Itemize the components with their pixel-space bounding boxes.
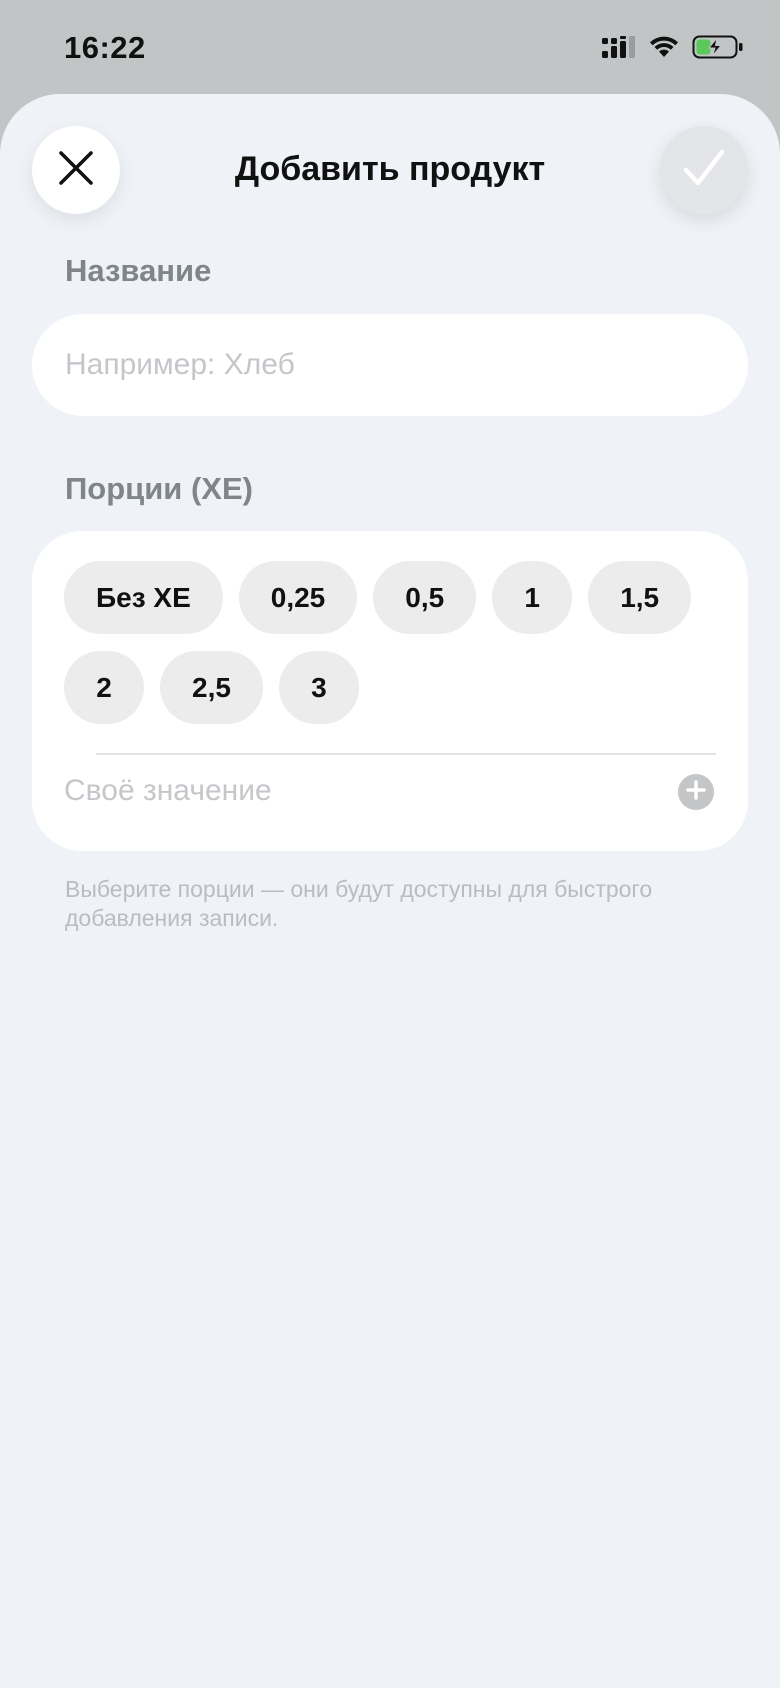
portions-section-label: Порции (ХЕ) <box>65 471 253 506</box>
status-bar: 16:22 <box>0 0 780 96</box>
status-icons <box>602 34 744 65</box>
portion-chip-0-25[interactable]: 0,25 <box>238 561 358 634</box>
checkmark-icon <box>682 148 726 193</box>
plus-circle-icon <box>685 779 707 806</box>
add-custom-value-button[interactable] <box>678 774 714 810</box>
portions-hint: Выберите порции — они будут доступны для… <box>65 876 653 931</box>
portion-chip-3[interactable]: 3 <box>278 651 359 724</box>
confirm-button[interactable] <box>660 126 748 214</box>
custom-value-field[interactable]: Своё значение <box>64 767 272 815</box>
divider <box>96 753 716 755</box>
portion-chip-2[interactable]: 2 <box>64 651 144 724</box>
portion-chip-1[interactable]: 1 <box>492 561 573 634</box>
portion-chip-1-5[interactable]: 1,5 <box>588 561 692 634</box>
product-name-input[interactable] <box>32 314 748 416</box>
name-section-label: Название <box>65 253 212 288</box>
portions-card: Без ХЕ 0,25 0,5 1 1,5 2 2,5 3 Своё значе… <box>32 531 748 851</box>
cellular-signal-icon <box>602 35 636 64</box>
portion-chip-none[interactable]: Без ХЕ <box>64 561 223 634</box>
battery-charging-icon <box>692 34 744 65</box>
portion-chips: Без ХЕ 0,25 0,5 1 1,5 2 2,5 3 <box>64 561 724 724</box>
status-time: 16:22 <box>64 30 146 65</box>
add-product-sheet: Добавить продукт Название Порции (ХЕ) Бе… <box>0 94 780 1688</box>
wifi-icon <box>648 35 680 64</box>
portion-chip-0-5[interactable]: 0,5 <box>373 561 477 634</box>
portion-chip-2-5[interactable]: 2,5 <box>160 651 263 724</box>
